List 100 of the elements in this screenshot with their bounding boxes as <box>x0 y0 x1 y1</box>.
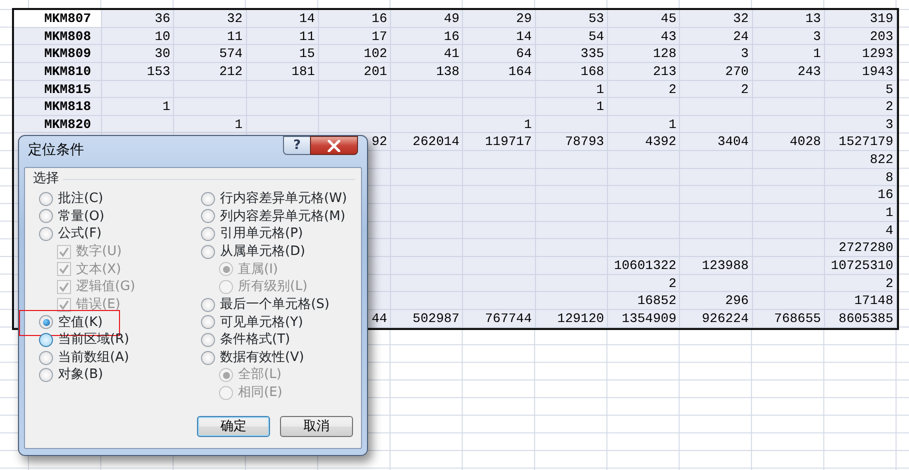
table-cell: 2 <box>824 98 898 116</box>
table-cell: 1293 <box>824 45 898 63</box>
table-cell: 29 <box>463 10 536 28</box>
option-label: 空值(K) <box>58 314 103 332</box>
table-cell: 8605385 <box>824 310 898 328</box>
table-cell: 16 <box>824 186 898 204</box>
radio-button[interactable] <box>201 298 215 312</box>
table-cell: 262014 <box>391 133 464 152</box>
radio-button[interactable] <box>39 315 53 330</box>
table-cell: 1 <box>102 98 174 116</box>
table-cell: 32 <box>680 10 753 28</box>
option-label: 错误(E) <box>76 296 120 314</box>
option-label: 常量(O) <box>58 208 104 226</box>
option-label: 公式(F) <box>58 225 102 244</box>
table-cell: 10725310 <box>824 256 898 275</box>
table-cell: 14 <box>246 10 319 28</box>
radio-button[interactable] <box>201 350 215 365</box>
table-cell: 1 <box>752 45 825 63</box>
close-icon <box>327 140 341 152</box>
table-cell: 168 <box>536 62 608 81</box>
radio-button[interactable] <box>39 209 53 224</box>
option-label: 相同(E) <box>238 384 282 402</box>
row-label: MKM818 <box>14 98 102 116</box>
table-cell: 16 <box>318 10 392 28</box>
table-cell: 102 <box>318 45 392 63</box>
table-cell: 213 <box>608 62 680 81</box>
radio-button[interactable] <box>201 209 215 224</box>
table-cell: 2 <box>680 80 753 98</box>
option-label: 当前区域(R) <box>58 331 130 350</box>
table-cell: 17 <box>318 28 392 46</box>
table-cell: 64 <box>463 45 536 63</box>
table-cell: 2 <box>608 274 680 292</box>
table-cell: 3 <box>680 45 753 63</box>
radio-button[interactable] <box>39 350 53 365</box>
radio-button[interactable] <box>39 332 53 347</box>
option-label: 所有级别(L) <box>238 278 308 296</box>
option-label: 引用单元格(P) <box>220 225 303 244</box>
table-cell: 164 <box>463 62 536 81</box>
group-label: 选择 <box>33 170 59 188</box>
table-cell: 32 <box>174 10 247 28</box>
radio-button[interactable] <box>201 332 215 347</box>
table-cell: 36 <box>102 10 174 28</box>
option-label: 数字(U) <box>76 243 122 261</box>
table-cell: 153 <box>102 62 174 81</box>
table-cell: 1354909 <box>608 310 680 328</box>
table-cell: 10601322 <box>608 256 680 275</box>
table-cell: 128 <box>608 45 680 63</box>
option-label: 文本(X) <box>76 260 122 279</box>
row-label: MKM807 <box>14 10 102 28</box>
table-cell: 24 <box>680 28 753 46</box>
table-cell: 5 <box>824 80 898 98</box>
option-label: 逻辑值(G) <box>76 278 136 296</box>
table-cell: 203 <box>824 28 898 46</box>
dialog-title: 定位条件 <box>28 141 84 160</box>
table-cell: 54 <box>536 28 608 46</box>
table-cell: 1 <box>463 116 536 134</box>
table-cell: 41 <box>391 45 464 63</box>
close-button[interactable] <box>310 136 358 155</box>
table-cell: 15 <box>246 45 319 63</box>
table-cell: 201 <box>318 62 392 81</box>
table-cell: 822 <box>824 151 898 169</box>
table-cell: 78793 <box>536 133 608 152</box>
radio-button[interactable] <box>39 227 53 242</box>
cancel-button[interactable]: 取消 <box>280 416 353 437</box>
table-cell: 1943 <box>824 62 898 81</box>
table-cell: 30 <box>102 45 174 63</box>
table-cell: 16 <box>391 28 464 46</box>
radio-button[interactable] <box>201 192 215 206</box>
row-label: MKM808 <box>14 28 102 46</box>
option-label: 从属单元格(D) <box>220 243 306 261</box>
row-label: MKM810 <box>14 62 102 81</box>
table-cell: 502987 <box>391 310 464 328</box>
table-cell: 138 <box>391 62 464 81</box>
table-cell: 3 <box>824 116 898 134</box>
ok-button[interactable]: 确定 <box>197 416 270 437</box>
table-cell: 3404 <box>680 133 753 152</box>
option-label: 可见单元格(Y) <box>220 314 304 332</box>
table-cell: 181 <box>246 62 319 81</box>
table-cell: 11 <box>246 28 319 46</box>
table-cell: 53 <box>536 10 608 28</box>
table-cell: 43 <box>608 28 680 46</box>
radio-button[interactable] <box>201 227 215 242</box>
option-label: 对象(B) <box>58 366 104 384</box>
option-label: 当前数组(A) <box>58 348 130 367</box>
option-label: 全部(L) <box>238 366 282 384</box>
table-cell: 16852 <box>608 292 680 310</box>
radio-button[interactable] <box>39 368 53 382</box>
table-cell: 17148 <box>824 292 898 310</box>
help-button[interactable]: ? <box>283 136 311 155</box>
table-cell: 270 <box>680 62 753 81</box>
row-label: MKM820 <box>14 116 102 134</box>
table-cell: 1 <box>174 116 247 134</box>
table-cell: 14 <box>463 28 536 46</box>
table-cell: 1527179 <box>824 133 898 152</box>
table-cell: 10 <box>102 28 174 46</box>
table-cell: 2 <box>824 274 898 292</box>
radio-button[interactable] <box>201 244 215 259</box>
table-cell: 45 <box>608 10 680 28</box>
radio-button[interactable] <box>201 315 215 330</box>
radio-button[interactable] <box>39 192 53 206</box>
